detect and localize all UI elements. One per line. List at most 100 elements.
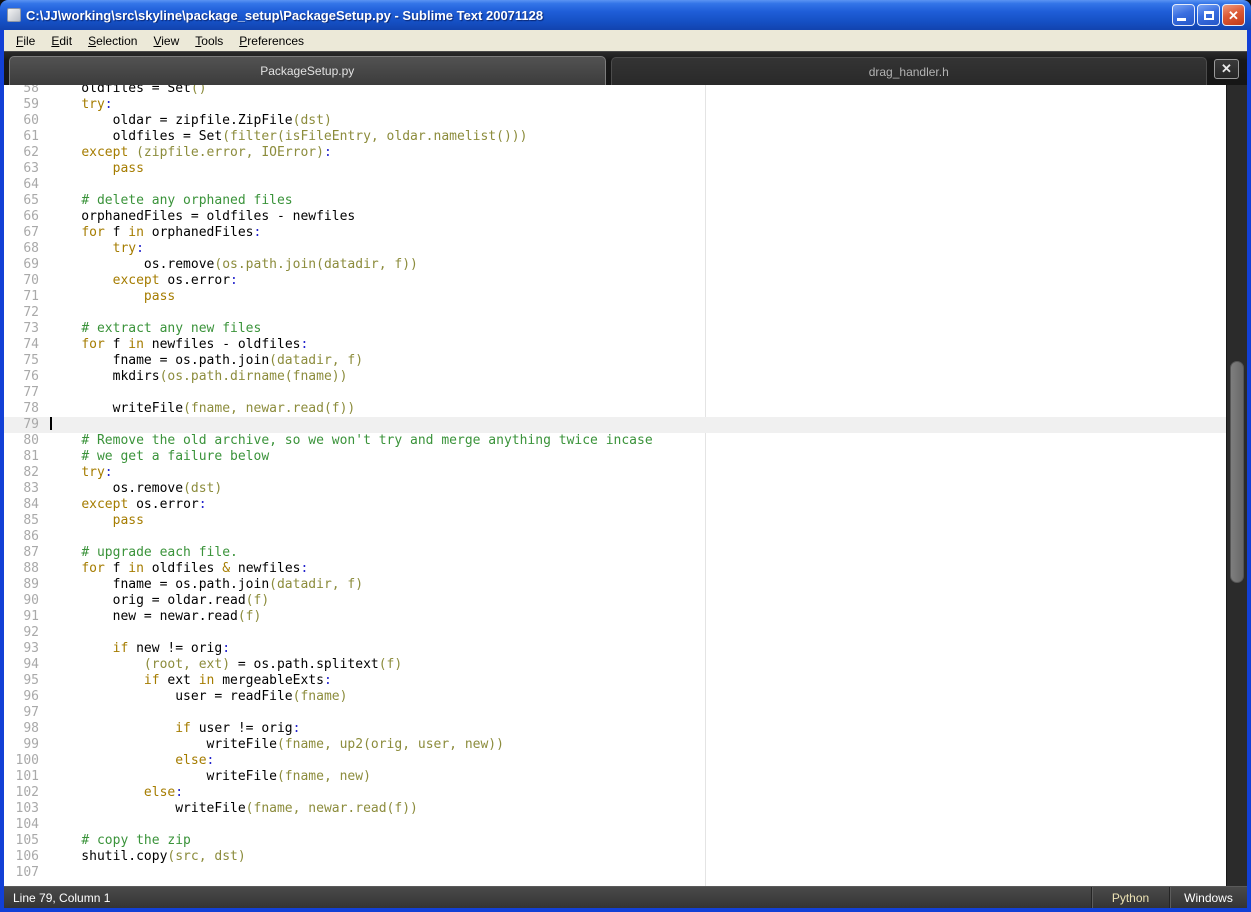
line-number: 94 [23,657,39,672]
code-line[interactable]: 65 # delete any orphaned files [4,193,1226,209]
code-line[interactable]: 106 shutil.copy(src, dst) [4,849,1226,865]
code-line[interactable]: 90 orig = oldar.read(f) [4,593,1226,609]
code-line[interactable]: 68 try: [4,241,1226,257]
code-editor[interactable]: 58 oldfiles = Set() 59 try: 60 oldar = zip… [4,85,1247,886]
code-line[interactable]: 93 if new != orig: [4,641,1226,657]
code-line[interactable]: 78 writeFile(fname, newar.read(f)) [4,401,1226,417]
close-button[interactable]: ✕ [1222,4,1245,26]
code-text: else: [175,753,215,768]
code-line[interactable]: 107 [4,865,1226,881]
window-title: C:\JJ\working\src\skyline\package_setup\… [26,7,544,23]
menu-file[interactable]: File [8,32,43,50]
line-number: 75 [23,353,39,368]
code-line[interactable]: 80 # Remove the old archive, so we won't… [4,433,1226,449]
code-line[interactable]: 89 fname = os.path.join(datadir, f) [4,577,1226,593]
syntax-mode-selector[interactable]: Python [1091,887,1169,908]
code-line[interactable]: 79 [4,417,1226,433]
line-number: 78 [23,401,39,416]
menu-edit[interactable]: Edit [43,32,80,50]
menu-preferences[interactable]: Preferences [231,32,312,50]
line-number: 106 [15,849,39,864]
code-line[interactable]: 76 mkdirs(os.path.dirname(fname)) [4,369,1226,385]
vertical-scrollbar[interactable] [1226,85,1247,886]
line-number: 60 [23,113,39,128]
code-line[interactable]: 77 [4,385,1226,401]
code-line[interactable]: 81 # we get a failure below [4,449,1226,465]
code-line[interactable]: 92 [4,625,1226,641]
code-line[interactable]: 101 writeFile(fname, new) [4,769,1226,785]
code-text: # we get a failure below [81,449,270,464]
code-text [50,417,1226,433]
code-line[interactable]: 67 for f in orphanedFiles: [4,225,1226,241]
code-text: # extract any new files [81,321,262,336]
code-line[interactable]: 87 # upgrade each file. [4,545,1226,561]
line-number: 63 [23,161,39,176]
code-text: orphanedFiles = oldfiles - newfiles [50,209,356,224]
line-number: 96 [23,689,39,704]
code-line[interactable]: 82 try: [4,465,1226,481]
code-line[interactable]: 70 except os.error: [4,273,1226,289]
code-line[interactable]: 71 pass [4,289,1226,305]
code-text: # Remove the old archive, so we won't tr… [81,433,653,448]
code-text: writeFile(fname, newar.read(f)) [50,801,418,816]
code-line[interactable]: 58 oldfiles = Set() [4,85,1226,97]
code-line[interactable]: 59 try: [4,97,1226,113]
maximize-button[interactable] [1197,4,1220,26]
line-number: 79 [23,417,39,432]
tab-close-button[interactable]: ✕ [1214,59,1239,79]
code-line[interactable]: 102 else: [4,785,1226,801]
scrollbar-thumb[interactable] [1230,361,1244,583]
code-line[interactable]: 84 except os.error: [4,497,1226,513]
title-bar[interactable]: C:\JJ\working\src\skyline\package_setup\… [0,0,1251,30]
code-text: fname = os.path.join(datadir, f) [50,353,364,368]
code-line[interactable]: 72 [4,305,1226,321]
menu-tools[interactable]: Tools [187,32,231,50]
code-line[interactable]: 62 except (zipfile.error, IOError): [4,145,1226,161]
code-line[interactable]: 73 # extract any new files [4,321,1226,337]
code-line[interactable]: 69 os.remove(os.path.join(datadir, f)) [4,257,1226,273]
code-line[interactable]: 83 os.remove(dst) [4,481,1226,497]
close-icon: ✕ [1228,7,1239,23]
code-line[interactable]: 63 pass [4,161,1226,177]
code-line[interactable]: 100 else: [4,753,1226,769]
code-line[interactable]: 75 fname = os.path.join(datadir, f) [4,353,1226,369]
code-line[interactable]: 105 # copy the zip [4,833,1226,849]
line-number: 81 [23,449,39,464]
line-number: 74 [23,337,39,352]
code-line[interactable]: 95 if ext in mergeableExts: [4,673,1226,689]
code-text: oldar = zipfile.ZipFile(dst) [50,113,332,128]
code-line[interactable]: 61 oldfiles = Set(filter(isFileEntry, ol… [4,129,1226,145]
line-number: 85 [23,513,39,528]
menu-view[interactable]: View [145,32,187,50]
code-line[interactable]: 103 writeFile(fname, newar.read(f)) [4,801,1226,817]
tab-close-icon: ✕ [1221,61,1232,76]
code-line[interactable]: 74 for f in newfiles - oldfiles: [4,337,1226,353]
code-line[interactable]: 99 writeFile(fname, up2(orig, user, new)… [4,737,1226,753]
tab-drag-handler-h[interactable]: drag_handler.h [610,57,1207,85]
line-number: 100 [15,753,39,768]
code-line[interactable]: 104 [4,817,1226,833]
code-line[interactable]: 94 (root, ext) = os.path.splitext(f) [4,657,1226,673]
code-line[interactable]: 88 for f in oldfiles & newfiles: [4,561,1226,577]
minimize-button[interactable] [1172,4,1195,26]
code-line[interactable]: 96 user = readFile(fname) [4,689,1226,705]
code-line[interactable]: 64 [4,177,1226,193]
code-line[interactable]: 85 pass [4,513,1226,529]
line-number: 83 [23,481,39,496]
code-line[interactable]: 60 oldar = zipfile.ZipFile(dst) [4,113,1226,129]
menu-selection[interactable]: Selection [80,32,145,50]
code-line[interactable]: 91 new = newar.read(f) [4,609,1226,625]
line-endings-selector[interactable]: Windows [1169,887,1247,908]
text-caret [50,417,52,430]
code-line[interactable]: 97 [4,705,1226,721]
tab-packagesetup-py[interactable]: PackageSetup.py [9,56,606,85]
code-line[interactable]: 66 orphanedFiles = oldfiles - newfiles [4,209,1226,225]
line-number: 102 [15,785,39,800]
window-controls: ✕ [1172,4,1245,26]
code-line[interactable]: 98 if user != orig: [4,721,1226,737]
code-line[interactable]: 86 [4,529,1226,545]
line-number: 90 [23,593,39,608]
